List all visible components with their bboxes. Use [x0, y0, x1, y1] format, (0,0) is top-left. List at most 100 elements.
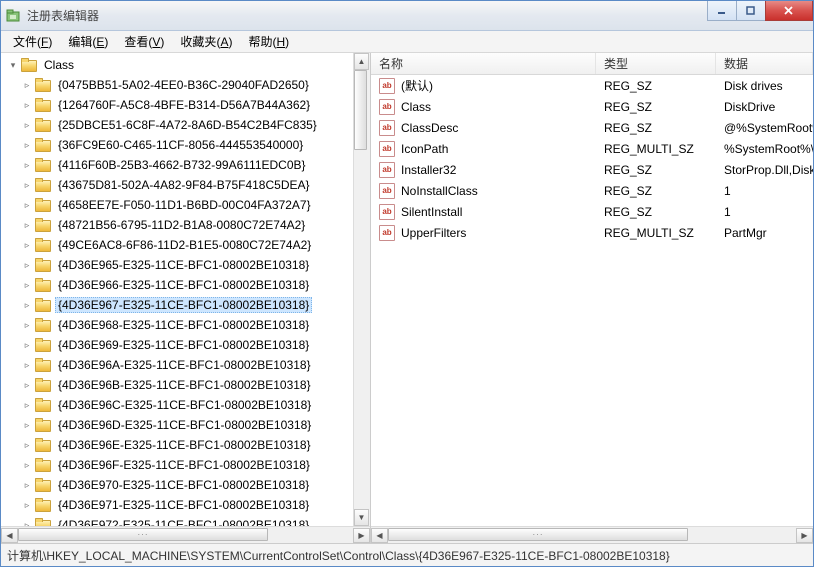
tree-item[interactable]: ▹{25DBCE51-6C8F-4A72-8A6D-B54C2B4FC835} [3, 115, 370, 135]
expand-icon[interactable]: ▹ [21, 440, 33, 451]
tree-item[interactable]: ▹{36FC9E60-C465-11CF-8056-444553540000} [3, 135, 370, 155]
tree-item[interactable]: ▹{48721B56-6795-11D2-B1A8-0080C72E74A2} [3, 215, 370, 235]
expand-icon[interactable]: ▹ [21, 480, 33, 491]
menu-edit[interactable]: 编辑(E) [60, 31, 116, 52]
expand-icon[interactable]: ▹ [21, 160, 33, 171]
expand-icon[interactable]: ▹ [21, 300, 33, 311]
list-row[interactable]: abInstaller32REG_SZStorProp.Dll,DiskClas… [371, 159, 813, 180]
tree-item[interactable]: ▹ {4D36E968-E325-11CE-BFC1-08002BE10318} [3, 315, 370, 335]
expand-icon[interactable]: ▹ [21, 420, 33, 431]
tree-item[interactable]: ▹ {4D36E96B-E325-11CE-BFC1-08002BE10318} [3, 375, 370, 395]
expand-icon[interactable]: ▹ [21, 460, 33, 471]
tree-label: {4D36E96C-E325-11CE-BFC1-08002BE10318} [55, 397, 314, 413]
collapse-icon[interactable]: ▾ [7, 60, 19, 71]
list-row[interactable]: ab(默认)REG_SZDisk drives [371, 75, 813, 96]
tree-label: {4D36E968-E325-11CE-BFC1-08002BE10318} [55, 317, 312, 333]
tree-item[interactable]: ▹{4D36E970-E325-11CE-BFC1-08002BE10318} [3, 475, 370, 495]
scroll-left-icon[interactable]: ◀ [371, 528, 388, 543]
tree-label: {4D36E967-E325-11CE-BFC1-08002BE10318} [55, 297, 312, 313]
column-header-type[interactable]: 类型 [596, 53, 716, 74]
menu-file[interactable]: 文件(F) [5, 31, 60, 52]
value-name: NoInstallClass [401, 184, 478, 198]
tree-item[interactable]: ▹{4D36E96D-E325-11CE-BFC1-08002BE10318} [3, 415, 370, 435]
menu-favorites[interactable]: 收藏夹(A) [172, 31, 240, 52]
expand-icon[interactable]: ▹ [21, 320, 33, 331]
tree-label: {4D36E96B-E325-11CE-BFC1-08002BE10318} [55, 377, 314, 393]
tree-item[interactable]: ▹ {4D36E967-E325-11CE-BFC1-08002BE10318} [3, 295, 370, 315]
column-header-data[interactable]: 数据 [716, 53, 813, 74]
scroll-left-icon[interactable]: ◀ [1, 528, 18, 543]
list-hscroll-thumb[interactable]: ··· [388, 528, 688, 541]
expand-icon[interactable]: ▹ [21, 500, 33, 511]
tree-vscrollbar[interactable]: ▲ ▼ [353, 53, 370, 526]
expand-icon[interactable]: ▹ [21, 360, 33, 371]
minimize-button[interactable] [707, 1, 737, 21]
list-row[interactable]: abClassDescREG_SZ@%SystemRoot%\Syste [371, 117, 813, 138]
tree-item[interactable]: ▹{4D36E966-E325-11CE-BFC1-08002BE10318} [3, 275, 370, 295]
expand-icon[interactable]: ▹ [21, 180, 33, 191]
tree-item[interactable]: ▹ {4658EE7E-F050-11D1-B6BD-00C04FA372A7} [3, 195, 370, 215]
expand-icon[interactable]: ▹ [21, 400, 33, 411]
scroll-down-icon[interactable]: ▼ [354, 509, 369, 526]
expand-icon[interactable]: ▹ [21, 260, 33, 271]
expand-icon[interactable]: ▹ [21, 280, 33, 291]
tree-root[interactable]: ▾Class [3, 55, 370, 75]
tree-label: {4D36E969-E325-11CE-BFC1-08002BE10318} [55, 337, 312, 353]
scroll-right-icon[interactable]: ▶ [796, 528, 813, 543]
scroll-right-icon[interactable]: ▶ [353, 528, 370, 543]
expand-icon[interactable]: ▹ [21, 380, 33, 391]
list-hscrollbar[interactable]: ◀ ··· ▶ [371, 526, 813, 543]
list-row[interactable]: abSilentInstallREG_SZ1 [371, 201, 813, 222]
column-header-name[interactable]: 名称 [371, 53, 596, 74]
tree-item[interactable]: ▹{4D36E972-E325-11CE-BFC1-08002BE10318} [3, 515, 370, 526]
list-row[interactable]: abClassREG_SZDiskDrive [371, 96, 813, 117]
expand-icon[interactable]: ▹ [21, 220, 33, 231]
tree-item[interactable]: ▹ {4D36E96A-E325-11CE-BFC1-08002BE10318} [3, 355, 370, 375]
tree-vscroll-thumb[interactable] [354, 70, 367, 150]
list-row[interactable]: abUpperFiltersREG_MULTI_SZPartMgr [371, 222, 813, 243]
tree-item[interactable]: ▹{0475BB51-5A02-4EE0-B36C-29040FAD2650} [3, 75, 370, 95]
tree-scroll[interactable]: ▾Class▹{0475BB51-5A02-4EE0-B36C-29040FAD… [1, 53, 370, 526]
tree-item[interactable]: ▹ {4D36E969-E325-11CE-BFC1-08002BE10318} [3, 335, 370, 355]
close-button[interactable] [765, 1, 813, 21]
expand-icon[interactable]: ▹ [21, 120, 33, 131]
folder-icon [35, 138, 51, 152]
tree-label: {4D36E972-E325-11CE-BFC1-08002BE10318} [55, 517, 312, 526]
folder-icon [35, 338, 51, 352]
tree-item[interactable]: ▹{4D36E96E-E325-11CE-BFC1-08002BE10318} [3, 435, 370, 455]
tree-label: {4D36E96F-E325-11CE-BFC1-08002BE10318} [55, 457, 313, 473]
menu-view[interactable]: 查看(V) [116, 31, 172, 52]
tree-item[interactable]: ▹ {4D36E96F-E325-11CE-BFC1-08002BE10318} [3, 455, 370, 475]
expand-icon[interactable]: ▹ [21, 100, 33, 111]
expand-icon[interactable]: ▹ [21, 200, 33, 211]
tree-hscrollbar[interactable]: ◀ ··· ▶ [1, 526, 370, 543]
reg-string-icon: ab [379, 183, 395, 199]
expand-icon[interactable]: ▹ [21, 340, 33, 351]
maximize-button[interactable] [736, 1, 766, 21]
expand-icon[interactable]: ▹ [21, 80, 33, 91]
value-data: 1 [716, 205, 813, 219]
tree-label: {4D36E96A-E325-11CE-BFC1-08002BE10318} [55, 357, 314, 373]
tree-item[interactable]: ▹{4D36E965-E325-11CE-BFC1-08002BE10318} [3, 255, 370, 275]
tree-item[interactable]: ▹{4116F60B-25B3-4662-B732-99A6111EDC0B} [3, 155, 370, 175]
expand-icon[interactable]: ▹ [21, 240, 33, 251]
tree-label: {1264760F-A5C8-4BFE-B314-D56A7B44A362} [55, 97, 313, 113]
folder-icon [35, 298, 51, 312]
tree-hscroll-thumb[interactable]: ··· [18, 528, 268, 541]
expand-icon[interactable]: ▹ [21, 140, 33, 151]
scroll-up-icon[interactable]: ▲ [354, 53, 369, 70]
tree-label: {49CE6AC8-6F86-11D2-B1E5-0080C72E74A2} [55, 237, 314, 253]
value-name: (默认) [401, 77, 433, 94]
menu-help[interactable]: 帮助(H) [240, 31, 297, 52]
list-scroll[interactable]: 名称 类型 数据 ab(默认)REG_SZDisk drivesabClassR… [371, 53, 813, 526]
tree-item[interactable]: ▹ {49CE6AC8-6F86-11D2-B1E5-0080C72E74A2} [3, 235, 370, 255]
tree-item[interactable]: ▹ {1264760F-A5C8-4BFE-B314-D56A7B44A362} [3, 95, 370, 115]
tree-item[interactable]: ▹ {4D36E96C-E325-11CE-BFC1-08002BE10318} [3, 395, 370, 415]
list-row[interactable]: abIconPathREG_MULTI_SZ%SystemRoot%\Syste… [371, 138, 813, 159]
value-type: REG_SZ [596, 184, 716, 198]
tree-item[interactable]: ▹{43675D81-502A-4A82-9F84-B75F418C5DEA} [3, 175, 370, 195]
tree-item[interactable]: ▹{4D36E971-E325-11CE-BFC1-08002BE10318} [3, 495, 370, 515]
value-name: Class [401, 100, 431, 114]
tree-label: {4658EE7E-F050-11D1-B6BD-00C04FA372A7} [55, 197, 314, 213]
list-row[interactable]: abNoInstallClassREG_SZ1 [371, 180, 813, 201]
